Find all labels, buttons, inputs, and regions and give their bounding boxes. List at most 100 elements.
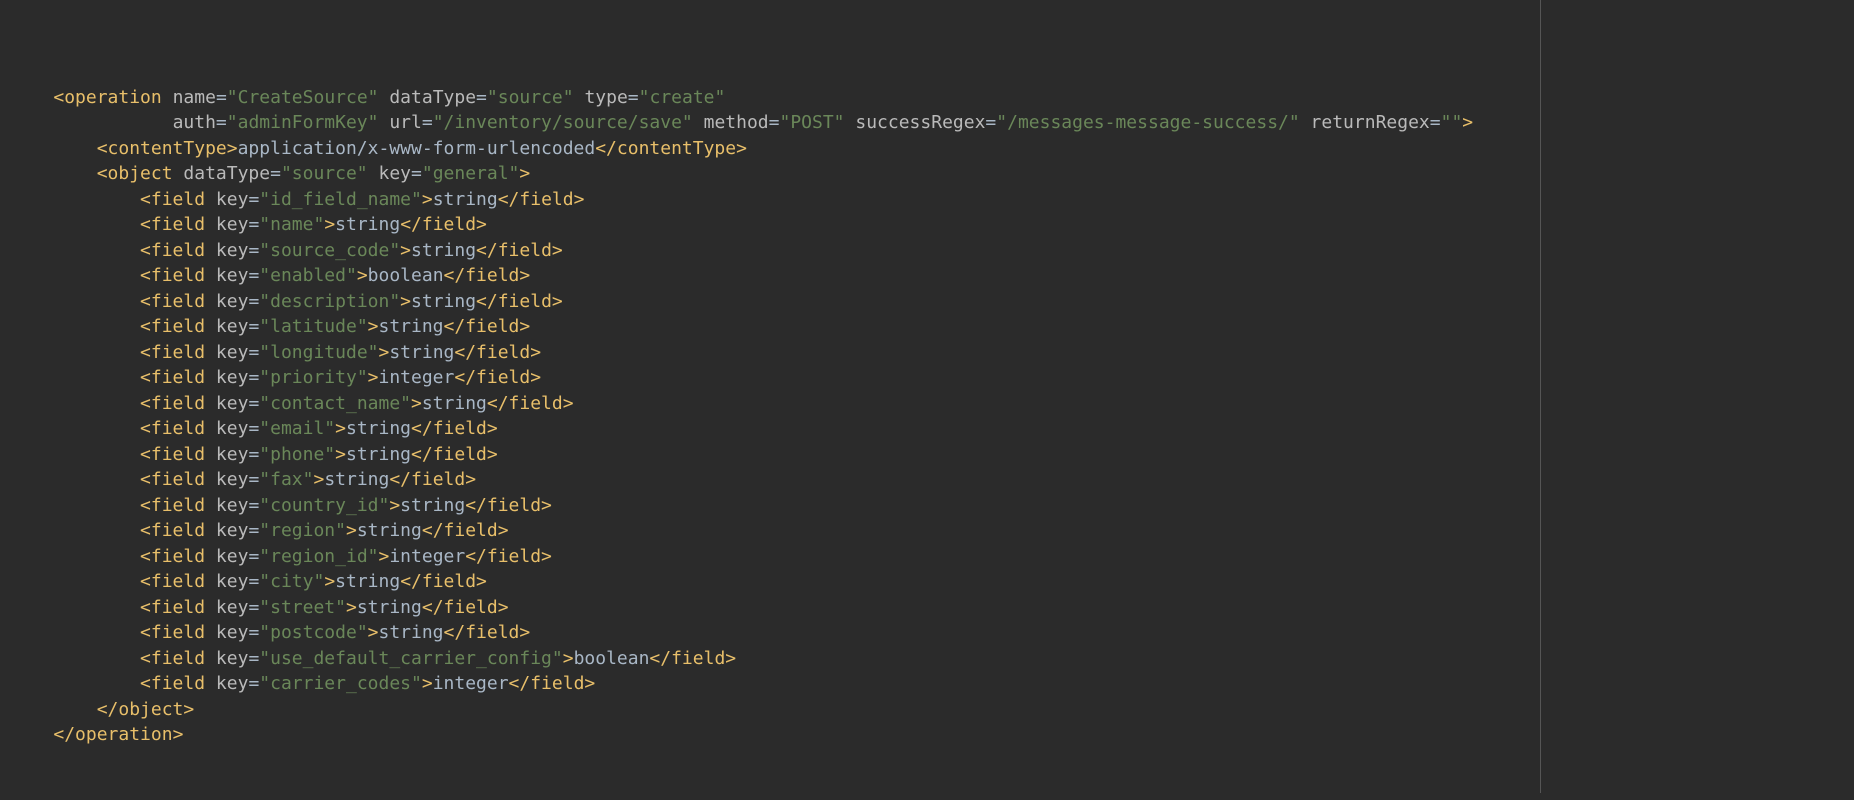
field-line-17: <field key="postcode">string</field> xyxy=(10,620,1844,646)
attr-val-type: "create" xyxy=(639,87,726,108)
attr-val-method: "POST" xyxy=(780,112,845,133)
field-line-15: <field key="city">string</field> xyxy=(10,569,1844,595)
field-key-6: "longitude" xyxy=(259,342,378,363)
tag-field-close: </field> xyxy=(411,444,498,465)
tag-object-open: <object xyxy=(97,163,173,184)
tag-field-open: <field xyxy=(140,648,205,669)
attr-method: method xyxy=(704,112,769,133)
tag-contentType-open: <contentType> xyxy=(97,138,238,159)
tag-field-open: <field xyxy=(140,214,205,235)
tag-field-open: <field xyxy=(140,393,205,414)
field-key-7: "priority" xyxy=(259,367,367,388)
field-line-4: <field key="description">string</field> xyxy=(10,289,1844,315)
tag-field-open: <field xyxy=(140,520,205,541)
code-editor[interactable]: <operation name="CreateSource" dataType=… xyxy=(0,0,1854,793)
field-line-13: <field key="region">string</field> xyxy=(10,518,1844,544)
field-val-11: string xyxy=(324,469,389,490)
field-val-1: string xyxy=(335,214,400,235)
field-key-2: "source_code" xyxy=(259,240,400,261)
field-attr-key: key xyxy=(216,444,249,465)
tag-field-open: <field xyxy=(140,316,205,337)
operation-close-line: </operation> xyxy=(10,722,1844,748)
tag-object-close: </object> xyxy=(97,699,195,720)
field-val-5: string xyxy=(379,316,444,337)
field-attr-key: key xyxy=(216,469,249,490)
field-val-17: string xyxy=(379,622,444,643)
attr-val-dataType: "source" xyxy=(487,87,574,108)
field-line-6: <field key="longitude">string</field> xyxy=(10,340,1844,366)
field-key-3: "enabled" xyxy=(259,265,357,286)
field-key-16: "street" xyxy=(259,597,346,618)
tag-operation-open: <operation xyxy=(53,87,161,108)
field-val-15: string xyxy=(335,571,400,592)
field-val-6: string xyxy=(389,342,454,363)
tag-field-open: <field xyxy=(140,495,205,516)
margin-guide xyxy=(1540,0,1541,793)
tag-field-open: <field xyxy=(140,673,205,694)
field-key-9: "email" xyxy=(259,418,335,439)
field-line-2: <field key="source_code">string</field> xyxy=(10,238,1844,264)
field-line-7: <field key="priority">integer</field> xyxy=(10,365,1844,391)
field-val-8: string xyxy=(422,393,487,414)
field-attr-key: key xyxy=(216,291,249,312)
tag-field-close: </field> xyxy=(400,571,487,592)
field-key-4: "description" xyxy=(259,291,400,312)
field-val-10: string xyxy=(346,444,411,465)
tag-field-open: <field xyxy=(140,265,205,286)
field-key-0: "id_field_name" xyxy=(259,189,422,210)
field-attr-key: key xyxy=(216,240,249,261)
tag-field-open: <field xyxy=(140,418,205,439)
attr-val-successRegex: "/messages-message-success/" xyxy=(996,112,1299,133)
field-line-3: <field key="enabled">boolean</field> xyxy=(10,263,1844,289)
attr-name: name xyxy=(173,87,216,108)
field-attr-key: key xyxy=(216,520,249,541)
tag-field-open: <field xyxy=(140,622,205,643)
field-attr-key: key xyxy=(216,648,249,669)
tag-field-close: </field> xyxy=(649,648,736,669)
field-attr-key: key xyxy=(216,342,249,363)
tag-field-close: </field> xyxy=(465,495,552,516)
attr-successRegex: successRegex xyxy=(855,112,985,133)
field-line-12: <field key="country_id">string</field> xyxy=(10,493,1844,519)
field-val-18: boolean xyxy=(574,648,650,669)
tag-field-open: <field xyxy=(140,342,205,363)
field-val-3: boolean xyxy=(368,265,444,286)
field-val-0: string xyxy=(433,189,498,210)
tag-field-close: </field> xyxy=(487,393,574,414)
field-key-8: "contact_name" xyxy=(259,393,411,414)
field-val-2: string xyxy=(411,240,476,261)
obj-attr-dataType: dataType xyxy=(183,163,270,184)
field-attr-key: key xyxy=(216,393,249,414)
tag-field-open: <field xyxy=(140,291,205,312)
tag-field-open: <field xyxy=(140,546,205,567)
tag-field-close: </field> xyxy=(389,469,476,490)
object-open-line: <object dataType="source" key="general"> xyxy=(10,161,1844,187)
tag-field-close: </field> xyxy=(422,597,509,618)
operation-line1: <operation name="CreateSource" dataType=… xyxy=(10,85,1844,111)
field-val-13: string xyxy=(357,520,422,541)
field-attr-key: key xyxy=(216,571,249,592)
field-key-10: "phone" xyxy=(259,444,335,465)
obj-attr-val-dataType: "source" xyxy=(281,163,368,184)
field-key-1: "name" xyxy=(259,214,324,235)
contentType-value: application/x-www-form-urlencoded xyxy=(238,138,596,159)
field-attr-key: key xyxy=(216,214,249,235)
field-line-11: <field key="fax">string</field> xyxy=(10,467,1844,493)
tag-field-close: </field> xyxy=(400,214,487,235)
field-attr-key: key xyxy=(216,316,249,337)
field-line-10: <field key="phone">string</field> xyxy=(10,442,1844,468)
obj-attr-val-key: "general" xyxy=(422,163,520,184)
field-line-1: <field key="name">string</field> xyxy=(10,212,1844,238)
field-key-5: "latitude" xyxy=(259,316,367,337)
field-key-14: "region_id" xyxy=(259,546,378,567)
tag-field-open: <field xyxy=(140,189,205,210)
attr-val-url: "/inventory/source/save" xyxy=(433,112,693,133)
field-key-19: "carrier_codes" xyxy=(259,673,422,694)
object-close-line: </object> xyxy=(10,697,1844,723)
field-key-18: "use_default_carrier_config" xyxy=(259,648,562,669)
tag-field-close: </field> xyxy=(476,291,563,312)
tag-field-close: </field> xyxy=(444,316,531,337)
field-val-9: string xyxy=(346,418,411,439)
tag-field-close: </field> xyxy=(411,418,498,439)
field-key-17: "postcode" xyxy=(259,622,367,643)
